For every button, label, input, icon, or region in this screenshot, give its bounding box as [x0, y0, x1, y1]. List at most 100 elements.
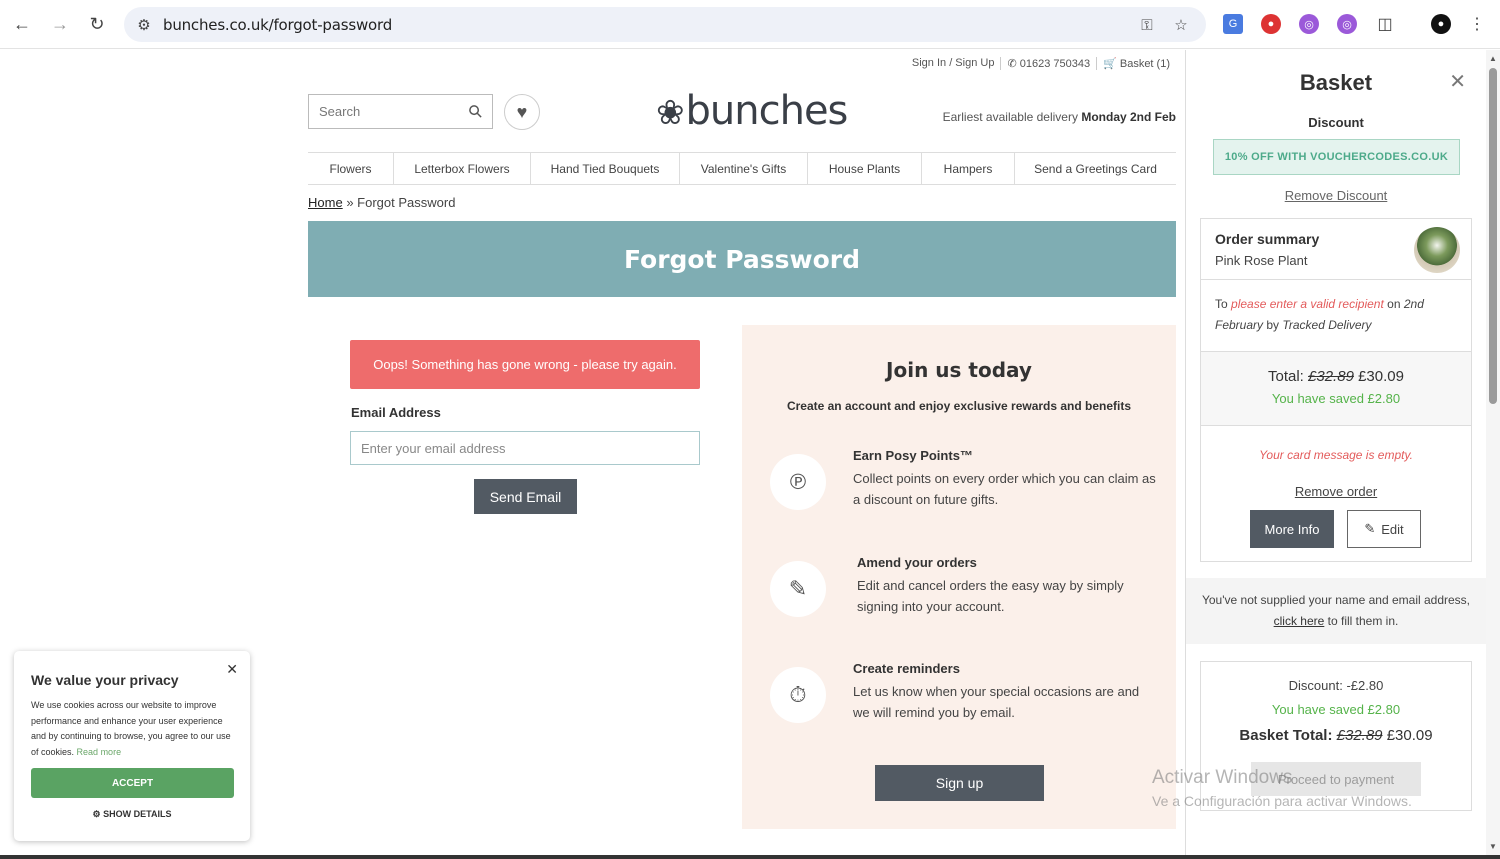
- taskbar-edge: [0, 855, 1500, 859]
- browser-toolbar: ← → ↻ ⚙ bunches.co.uk/forgot-password ⚿ …: [0, 0, 1500, 49]
- card-message-warning: Your card message is empty.: [1259, 448, 1413, 462]
- reload-icon[interactable]: ↻: [85, 12, 109, 36]
- nav-item-hand-tied-bouquets[interactable]: Hand Tied Bouquets: [531, 153, 680, 184]
- earliest-delivery: Earliest available delivery Monday 2nd F…: [942, 110, 1176, 124]
- saved-amount: You have saved £2.80: [1271, 702, 1401, 717]
- join-title: Join us today: [886, 358, 1032, 382]
- order-summary: Order summary Pink Rose Plant To please …: [1200, 218, 1472, 562]
- discount-label: Discount: [1308, 115, 1364, 130]
- accept-cookies-button[interactable]: ACCEPT: [31, 768, 234, 798]
- details-missing-notice: You've not supplied your name and email …: [1186, 578, 1486, 644]
- page-title: Forgot Password: [623, 244, 861, 274]
- cookie-consent-dialog: We value your privacy ✕ We use cookies a…: [14, 651, 250, 841]
- page-title-banner: Forgot Password: [308, 221, 1176, 297]
- logo-mark-icon: ❀: [656, 93, 684, 133]
- nav-item-house-plants[interactable]: House Plants: [808, 153, 922, 184]
- bookmark-star-icon[interactable]: ☆: [1171, 15, 1191, 35]
- nav-item-hampers[interactable]: Hampers: [922, 153, 1015, 184]
- wishlist-heart-icon[interactable]: ♥: [504, 94, 540, 130]
- profile-avatar[interactable]: ●: [1431, 14, 1451, 34]
- benefit-desc: Let us know when your special occasions …: [853, 684, 1140, 720]
- delivery-line: To please enter a valid recipient on 2nd…: [1215, 297, 1424, 332]
- basket-link[interactable]: 🛒 Basket (1): [1097, 57, 1176, 70]
- voucher-badge: 10% OFF WITH VOUCHERCODES.CO.UK: [1213, 139, 1460, 175]
- gear-icon: ⚙: [92, 809, 101, 819]
- product-name: Pink Rose Plant: [1215, 253, 1308, 268]
- basket-drawer: Basket ✕ Discount 10% OFF WITH VOUCHERCO…: [1185, 50, 1486, 859]
- sign-in-link[interactable]: Sign In / Sign Up: [906, 57, 1002, 70]
- phone-link[interactable]: ✆ 01623 750343: [1001, 57, 1098, 70]
- windows-activation-watermark: Activar Windows Ve a Configuración para …: [1152, 767, 1412, 809]
- scrollbar-thumb[interactable]: [1489, 68, 1497, 404]
- send-email-button[interactable]: Send Email: [474, 479, 577, 514]
- basket-icon: 🛒: [1103, 58, 1120, 70]
- menu-kebab-icon[interactable]: ⋮: [1467, 14, 1487, 34]
- bunches-logo[interactable]: ❀bunches: [656, 88, 848, 134]
- benefit-title: Amend your orders: [857, 555, 977, 570]
- breadcrumb: Home » Forgot Password: [308, 195, 455, 210]
- nav-item-valentines-gifts[interactable]: Valentine's Gifts: [680, 153, 808, 184]
- benefit-title: Create reminders: [853, 661, 960, 676]
- breadcrumb-current: Forgot Password: [357, 195, 456, 210]
- basket-title: Basket: [1299, 70, 1373, 95]
- show-details-button[interactable]: ⚙ SHOW DETAILS: [14, 809, 250, 820]
- extension-icon[interactable]: ◎: [1299, 14, 1319, 34]
- extension-icon[interactable]: ◎: [1337, 14, 1357, 34]
- more-info-button[interactable]: More Info: [1250, 510, 1334, 548]
- search-input[interactable]: Search: [308, 94, 493, 129]
- breadcrumb-home-link[interactable]: Home: [308, 195, 343, 210]
- saved-amount: You have saved £2.80: [1271, 391, 1401, 406]
- close-icon[interactable]: ✕: [226, 661, 238, 678]
- back-icon[interactable]: ←: [10, 12, 34, 36]
- breadcrumb-separator: »: [346, 195, 354, 210]
- phone-icon: ✆: [1007, 58, 1020, 70]
- password-key-icon[interactable]: ⚿: [1137, 15, 1157, 35]
- recipient-warning: please enter a valid recipient: [1231, 297, 1384, 311]
- cookie-text: We use cookies across our website to imp…: [31, 700, 231, 757]
- email-field[interactable]: [350, 431, 700, 465]
- search-icon[interactable]: [468, 104, 483, 119]
- basket-total: Basket Total: £32.89 £30.09: [1239, 727, 1433, 744]
- utility-links: Sign In / Sign Up ✆ 01623 750343 🛒 Baske…: [906, 57, 1176, 70]
- benefit-title: Earn Posy Points™: [853, 448, 973, 463]
- benefit-desc: Collect points on every order which you …: [853, 471, 1156, 507]
- summary-header: Order summary Pink Rose Plant: [1201, 219, 1471, 280]
- benefit-desc: Edit and cancel orders the easy way by s…: [857, 578, 1124, 614]
- site-info-icon[interactable]: ⚙: [134, 15, 154, 35]
- forward-icon[interactable]: →: [48, 12, 72, 36]
- join-subtitle: Create an account and enjoy exclusive re…: [786, 399, 1132, 413]
- delivery-details: To please enter a valid recipient on 2nd…: [1201, 280, 1471, 352]
- extension-icon[interactable]: ●: [1261, 14, 1281, 34]
- nav-item-letterbox-flowers[interactable]: Letterbox Flowers: [394, 153, 531, 184]
- edit-order-icon: ✎: [770, 561, 826, 617]
- scroll-up-icon[interactable]: ▲: [1489, 54, 1497, 63]
- posy-points-icon: ℗: [770, 454, 826, 510]
- address-bar[interactable]: ⚙ bunches.co.uk/forgot-password ⚿ ☆: [124, 7, 1206, 42]
- remove-discount-link[interactable]: Remove Discount: [1186, 188, 1486, 203]
- search-placeholder: Search: [319, 104, 361, 119]
- cookie-title: We value your privacy: [31, 672, 179, 688]
- extensions-puzzle-icon[interactable]: ◫: [1375, 14, 1395, 34]
- close-icon[interactable]: ✕: [1449, 69, 1466, 94]
- email-label: Email Address: [351, 405, 441, 420]
- order-actions: Your card message is empty. Remove order…: [1201, 426, 1471, 561]
- translate-extension-icon[interactable]: G: [1223, 14, 1243, 34]
- total-price: Total: £32.89 £30.09: [1268, 368, 1404, 385]
- error-alert: Oops! Something has gone wrong - please …: [350, 340, 700, 389]
- edit-button[interactable]: ✎ Edit: [1347, 510, 1421, 548]
- pencil-icon: ✎: [1364, 521, 1376, 536]
- remove-order-link[interactable]: Remove order: [1201, 484, 1471, 499]
- join-panel: Join us today Create an account and enjo…: [742, 325, 1176, 829]
- main-navigation: Flowers Letterbox Flowers Hand Tied Bouq…: [308, 152, 1176, 185]
- drawer-scrollbar[interactable]: ▲ ▼: [1486, 50, 1500, 859]
- nav-item-flowers[interactable]: Flowers: [308, 153, 394, 184]
- order-summary-title: Order summary: [1215, 231, 1320, 247]
- url-text[interactable]: bunches.co.uk/forgot-password: [163, 16, 392, 34]
- scroll-down-icon[interactable]: ▼: [1489, 842, 1497, 851]
- discount-line: Discount: -£2.80: [1288, 678, 1384, 693]
- click-here-link[interactable]: click here: [1274, 614, 1325, 628]
- read-more-link[interactable]: Read more: [77, 747, 122, 757]
- stopwatch-icon: ⏱: [770, 667, 826, 723]
- nav-item-greetings-card[interactable]: Send a Greetings Card: [1015, 153, 1176, 184]
- sign-up-button[interactable]: Sign up: [875, 765, 1044, 801]
